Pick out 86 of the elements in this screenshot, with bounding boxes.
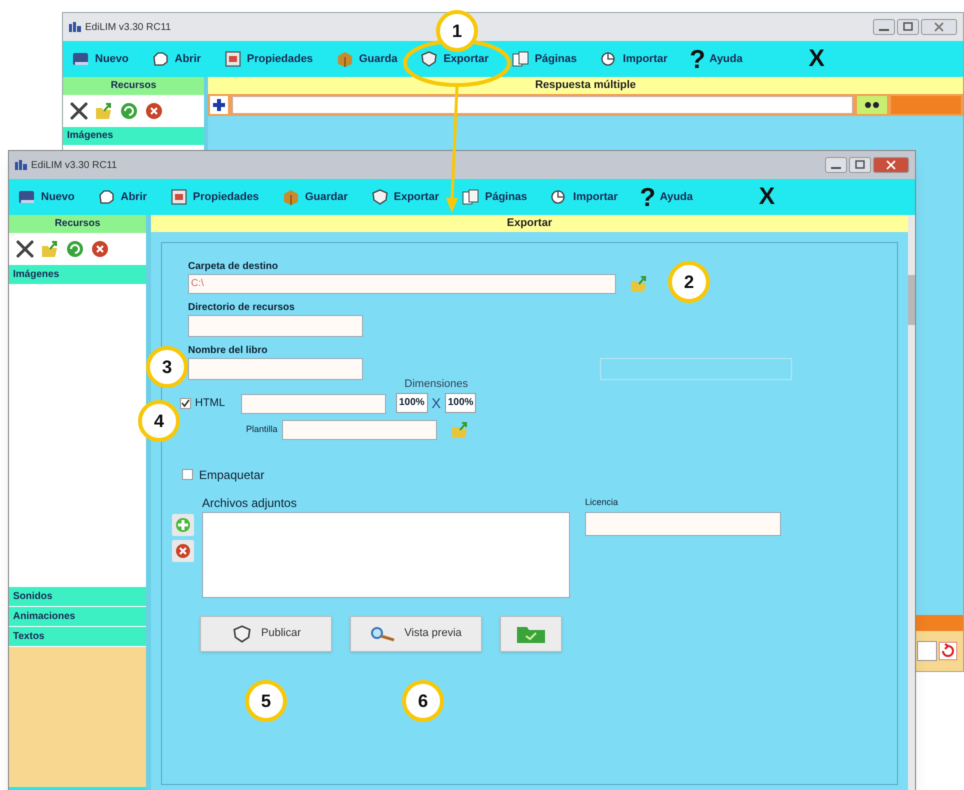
maximize-icon[interactable] <box>849 157 871 173</box>
sidebar-header: Recursos <box>63 77 204 95</box>
shield-icon <box>419 50 440 68</box>
refresh-icon[interactable] <box>119 101 139 121</box>
template-field[interactable] <box>282 420 437 440</box>
minimize-icon[interactable] <box>825 157 847 173</box>
book-name-field[interactable] <box>188 358 363 380</box>
resources-field[interactable] <box>188 315 363 337</box>
toolbar-button[interactable]: Guarda <box>334 50 398 68</box>
toolbar-button[interactable]: Abrir <box>96 188 147 206</box>
shield-icon <box>231 624 254 644</box>
magnifier-icon <box>370 626 396 642</box>
add-icon[interactable] <box>172 514 194 536</box>
pages-icon <box>510 50 531 68</box>
action-button[interactable]: Publicar <box>200 616 332 652</box>
close-icon[interactable] <box>921 19 957 35</box>
status-block <box>891 96 961 114</box>
toolbar-button[interactable]: Importar <box>598 50 668 68</box>
toolbar-button[interactable]: Páginas <box>510 50 577 68</box>
folder-icon[interactable] <box>40 239 60 259</box>
plus-icon[interactable] <box>210 96 228 114</box>
sidebar-section[interactable]: Sonidos <box>9 587 146 607</box>
toolbar-button[interactable]: Abrir <box>150 50 201 68</box>
remove-icon[interactable] <box>172 540 194 562</box>
input-field[interactable] <box>917 641 937 661</box>
dimensions-label: Dimensiones <box>404 377 468 392</box>
pages-icon <box>460 188 481 206</box>
width-field[interactable]: 100% <box>396 393 428 413</box>
destination-field[interactable]: C:\ <box>188 274 616 294</box>
html-field[interactable] <box>240 394 386 414</box>
package-checkbox[interactable] <box>182 469 193 480</box>
separator: X <box>430 394 442 412</box>
window-title: EdiLIM v3.30 RC11 <box>31 158 117 172</box>
toolbar-button[interactable]: Nuevo <box>17 188 75 206</box>
cancel-icon[interactable] <box>144 101 164 121</box>
height-field[interactable]: 100% <box>444 393 476 413</box>
check-icon <box>181 398 190 408</box>
license-field[interactable] <box>585 512 781 536</box>
action-button[interactable]: Vista previa <box>350 616 482 652</box>
close-button[interactable]: X <box>758 185 775 209</box>
toolbar-button[interactable]: Nuevo <box>71 50 129 68</box>
sidebar-section[interactable]: Imágenes <box>63 127 204 145</box>
toolbar-button[interactable]: Propiedades <box>168 188 259 206</box>
checkbox-label: HTML <box>195 396 225 411</box>
book-icon <box>17 188 37 206</box>
options-icon[interactable] <box>857 96 887 114</box>
sidebar-section[interactable]: Textos <box>9 627 146 647</box>
field-label: Nombre del libro <box>188 344 268 358</box>
minimize-icon[interactable] <box>873 19 895 35</box>
folder-button[interactable] <box>500 616 562 652</box>
app-icon <box>69 22 81 32</box>
sidebar-header: Recursos <box>9 215 146 233</box>
scroll-bar[interactable] <box>908 215 915 790</box>
toolbar-button[interactable]: Importar <box>549 188 618 206</box>
footer-bar <box>916 615 963 631</box>
sidebar-section[interactable]: Animaciones <box>9 607 146 627</box>
folder-icon[interactable] <box>94 101 114 121</box>
field-label: Carpeta de destino <box>188 260 280 274</box>
window-title: EdiLIM v3.30 RC11 <box>85 20 171 34</box>
tools-icon[interactable] <box>69 101 89 121</box>
panel-title: Exportar <box>151 215 908 232</box>
toolbar-button[interactable]: Exportar <box>370 188 439 206</box>
attachments-list[interactable] <box>202 512 570 598</box>
toolbar-button[interactable]: Páginas <box>460 188 528 206</box>
checkbox-label: Empaquetar <box>199 466 264 484</box>
cancel-icon[interactable] <box>90 239 110 259</box>
document-icon <box>168 188 189 206</box>
close-button[interactable]: X <box>808 47 825 71</box>
panel-title: Respuesta múltiple <box>208 77 963 94</box>
answer-field[interactable] <box>232 96 853 114</box>
document-icon <box>222 50 243 68</box>
field-label: Plantilla <box>246 422 278 436</box>
book-icon <box>71 50 91 68</box>
toolbar-button[interactable]: Guardar <box>280 188 348 206</box>
shield-icon <box>370 188 390 206</box>
app-icon <box>15 160 27 170</box>
html-checkbox[interactable] <box>180 398 191 409</box>
refresh-icon[interactable] <box>65 239 85 259</box>
field-label: Directorio de recursos <box>188 301 296 315</box>
sidebar-section[interactable]: Imágenes <box>9 265 146 285</box>
maximize-icon[interactable] <box>897 19 919 35</box>
field-label: Licencia <box>585 496 620 508</box>
field-label: Archivos adjuntos <box>202 494 298 512</box>
close-icon[interactable] <box>873 157 909 173</box>
toolbar-button[interactable]: Propiedades <box>222 50 313 68</box>
tools-icon[interactable] <box>15 239 35 259</box>
